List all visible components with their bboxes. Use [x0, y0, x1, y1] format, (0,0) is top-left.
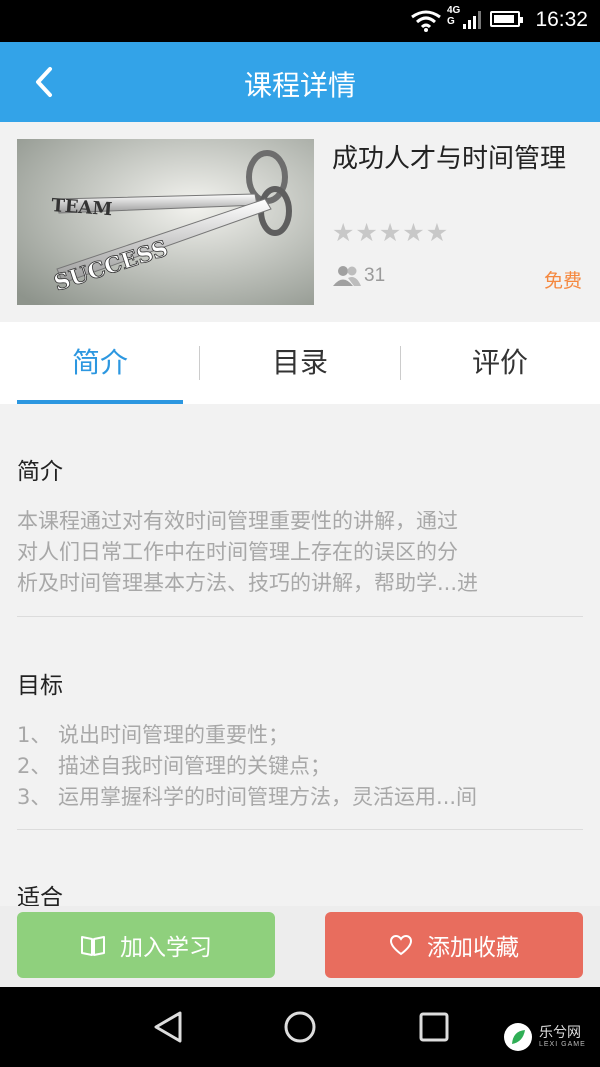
add-favorite-label: 添加收藏	[427, 935, 519, 961]
section-heading: 适合	[17, 885, 63, 906]
intro-content[interactable]: 简介 本课程通过对有效时间管理重要性的讲解，通过 对人们日常工作中在时间管理上存…	[0, 404, 600, 906]
watermark-logo-icon	[504, 1023, 532, 1051]
star-icon: ★	[378, 218, 403, 247]
intro-section: 简介 本课程通过对有效时间管理重要性的讲解，通过 对人们日常工作中在时间管理上存…	[17, 452, 583, 599]
rating-stars: ★★★★★	[332, 218, 449, 247]
tab-bar: 简介 目录 评价	[0, 322, 600, 404]
course-title: 成功人才与时间管理	[332, 144, 567, 174]
learner-count: 31	[332, 265, 385, 287]
course-image: TEAM SUCCESS	[17, 139, 314, 305]
goals-list: 1、 说出时间管理的重要性； 2、 描述自我时间管理的关键点； 3、 运用掌握科…	[17, 720, 583, 813]
list-item: 2、 描述自我时间管理的关键点；	[17, 754, 332, 778]
nav-back-icon[interactable]	[150, 1007, 186, 1047]
tab-reviews[interactable]: 评价	[400, 322, 600, 404]
star-icon: ★	[425, 218, 450, 247]
tab-divider	[400, 346, 401, 380]
users-icon	[333, 266, 361, 286]
tab-catalog[interactable]: 目录	[200, 322, 400, 404]
star-icon: ★	[402, 218, 426, 247]
section-heading: 目标	[17, 673, 63, 699]
page-title: 课程详情	[243, 69, 356, 102]
divider	[17, 829, 583, 830]
tab-divider	[199, 346, 200, 380]
tab-intro[interactable]: 简介	[0, 322, 200, 404]
signal-icon	[463, 11, 481, 29]
book-icon	[81, 936, 105, 956]
add-favorite-button[interactable]: 添加收藏	[325, 912, 583, 978]
clock: 16:32	[535, 8, 588, 31]
course-image-art: TEAM SUCCESS	[17, 139, 314, 305]
price-badge: 免费	[543, 270, 582, 292]
intro-text: 本课程通过对有效时间管理重要性的讲解，通过 对人们日常工作中在时间管理上存在的误…	[17, 509, 479, 595]
nav-home-icon[interactable]	[282, 1007, 318, 1047]
wifi-icon	[411, 10, 441, 32]
image-word-team: TEAM	[51, 195, 113, 220]
status-bar: 4G G 16:32	[0, 0, 600, 42]
watermark: 乐兮网 LEXI GAME	[503, 1022, 586, 1052]
course-summary: TEAM SUCCESS 成功人才与时间管理 ★★★★★ 31 免费	[0, 122, 600, 322]
app-bar: 课程详情	[0, 42, 600, 122]
star-icon: ★	[332, 218, 356, 247]
audience-section: 适合	[17, 878, 583, 906]
nav-recents-icon[interactable]	[416, 1007, 452, 1047]
join-study-label: 加入学习	[120, 935, 212, 961]
list-item: 1、 说出时间管理的重要性；	[17, 723, 290, 747]
battery-icon	[490, 11, 523, 27]
section-heading: 简介	[17, 459, 63, 485]
heart-icon	[389, 934, 413, 956]
join-study-button[interactable]: 加入学习	[17, 912, 275, 978]
action-bar: 加入学习 添加收藏	[0, 906, 600, 987]
network-type: 4G G	[447, 5, 461, 27]
list-item: 3、 运用掌握科学的时间管理方法，灵活运用...间	[17, 785, 478, 809]
learner-count-value: 31	[364, 265, 386, 286]
divider	[17, 616, 583, 617]
goals-section: 目标 1、 说出时间管理的重要性； 2、 描述自我时间管理的关键点； 3、 运用…	[17, 666, 583, 813]
star-icon: ★	[355, 218, 379, 247]
